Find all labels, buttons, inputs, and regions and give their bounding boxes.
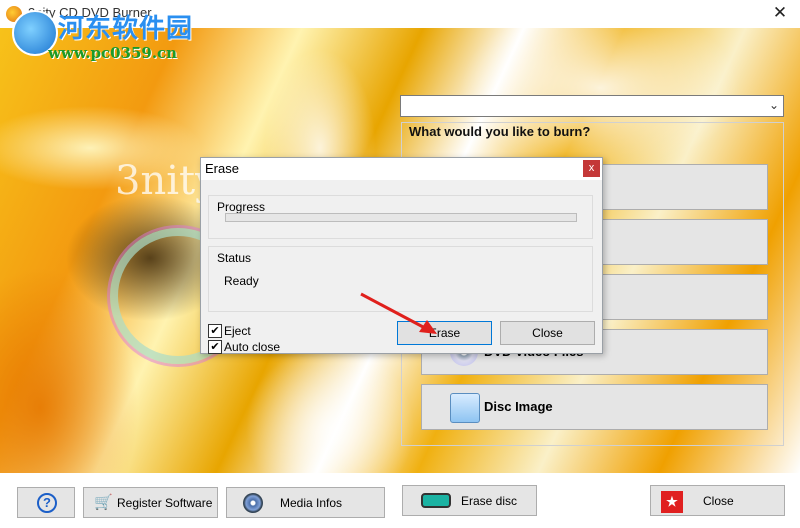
drive-select[interactable]: ⌄ bbox=[400, 95, 784, 117]
media-disc-icon bbox=[243, 493, 263, 513]
annotation-arrow-icon bbox=[360, 292, 437, 334]
status-value: Ready bbox=[224, 274, 259, 288]
watermark: 河东软件园 www.pc0359.cn bbox=[12, 6, 212, 66]
erase-disc-label: Erase disc bbox=[461, 494, 518, 508]
auto-close-label: Auto close bbox=[224, 340, 281, 354]
auto-close-checkbox[interactable]: ✔ bbox=[208, 340, 222, 354]
cart-icon: 🛒 bbox=[94, 494, 113, 511]
media-infos-button[interactable]: Media Infos bbox=[226, 487, 385, 518]
erase-dialog-titlebar: Erase x bbox=[201, 158, 602, 180]
close-app-button[interactable]: ★ Close bbox=[650, 485, 785, 516]
close-app-label: Close bbox=[703, 494, 734, 508]
help-icon: ? bbox=[37, 493, 57, 513]
burn-prompt-label: What would you like to burn? bbox=[409, 124, 591, 139]
dialog-close-button[interactable]: Close bbox=[500, 321, 595, 345]
eject-label: Eject bbox=[224, 324, 251, 338]
burn-option-disc-image[interactable]: Disc Image bbox=[421, 384, 768, 430]
register-software-button[interactable]: 🛒 Register Software bbox=[83, 487, 218, 518]
media-infos-label: Media Infos bbox=[280, 496, 343, 510]
eraser-icon bbox=[421, 493, 451, 508]
disc-image-icon bbox=[450, 393, 480, 423]
window-close-button[interactable]: ✕ bbox=[770, 3, 790, 23]
exit-icon: ★ bbox=[661, 491, 683, 513]
watermark-title: 河东软件园 bbox=[58, 14, 194, 44]
progress-label: Progress bbox=[217, 200, 266, 214]
erase-disc-button[interactable]: Erase disc bbox=[402, 485, 537, 516]
erase-dialog-close-button[interactable]: x bbox=[583, 160, 600, 177]
register-software-label: Register Software bbox=[117, 496, 213, 510]
erase-dialog-title: Erase bbox=[205, 161, 239, 176]
eject-checkbox[interactable]: ✔ bbox=[208, 324, 222, 338]
burn-option-label: Disc Image bbox=[484, 399, 553, 414]
help-button[interactable]: ? bbox=[17, 487, 75, 518]
watermark-url: www.pc0359.cn bbox=[48, 44, 178, 62]
status-label: Status bbox=[217, 251, 252, 265]
chevron-down-icon[interactable]: ⌄ bbox=[769, 98, 779, 112]
progress-group: Progress bbox=[208, 195, 593, 239]
progress-bar bbox=[225, 213, 577, 222]
